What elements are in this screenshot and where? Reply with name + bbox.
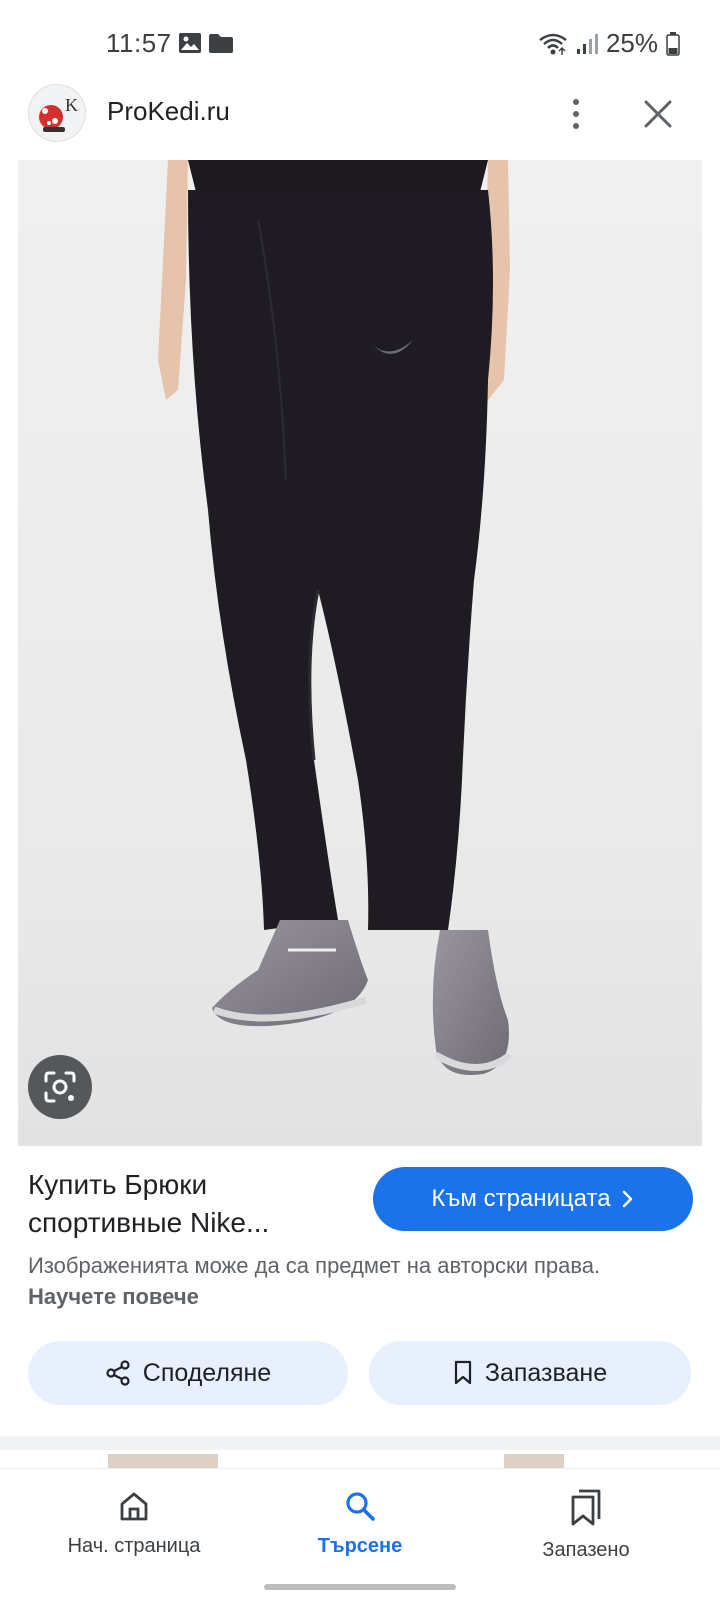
image-preview-area [0, 160, 720, 1146]
more-dot [573, 111, 579, 117]
status-right: 25% [538, 28, 680, 59]
bookmarks-icon [571, 1489, 601, 1526]
close-icon[interactable] [636, 92, 680, 136]
logo-letter: K [65, 95, 78, 115]
nav-label-search: Търсене [317, 1535, 403, 1557]
result-info-panel: Купить Брюки спортивные Nike... Към стра… [0, 1146, 720, 1436]
result-title[interactable]: Купить Брюки спортивные Nike... [28, 1166, 358, 1242]
battery-percent: 25% [605, 28, 658, 58]
home-icon [120, 1492, 148, 1521]
share-icon [106, 1360, 130, 1386]
chevron-right-icon [622, 1190, 632, 1208]
related-thumb[interactable] [504, 1454, 564, 1468]
site-name[interactable]: ProKedi.ru [107, 96, 230, 127]
save-label: Запазване [484, 1358, 608, 1387]
search-icon [346, 1492, 375, 1521]
related-thumb[interactable] [108, 1454, 218, 1468]
nav-label-home: Нач. страница [67, 1535, 201, 1557]
section-divider [0, 1436, 720, 1450]
prokedi-logo-icon: K [39, 95, 78, 132]
share-button[interactable]: Споделяне [28, 1341, 348, 1405]
wifi-icon [539, 33, 567, 55]
share-label: Споделяне [142, 1358, 272, 1387]
google-lens-button[interactable] [28, 1055, 92, 1119]
battery-icon [666, 31, 680, 56]
more-dot [573, 123, 579, 129]
product-image [18, 160, 702, 1146]
bookmark-icon [454, 1360, 471, 1385]
image-icon [179, 33, 201, 53]
product-photo[interactable] [18, 160, 702, 1146]
site-logo[interactable]: K [28, 84, 86, 142]
status-bar: 11:57 25% [0, 0, 720, 80]
bottom-navigation: Нач. страница Търсене Запазено [0, 1468, 720, 1600]
nav-item-saved[interactable]: Запазено [486, 1489, 686, 1562]
copyright-text: Изображенията може да са предмет на авто… [28, 1253, 601, 1278]
signal-icon [576, 33, 598, 54]
nav-item-home[interactable]: Нач. страница [34, 1489, 234, 1558]
save-button[interactable]: Запазване [369, 1341, 691, 1405]
visit-page-button[interactable]: Към страницата [373, 1167, 693, 1231]
site-header: K ProKedi.ru [0, 80, 720, 160]
more-vert-icon [573, 99, 579, 105]
copyright-notice: Изображенията може да са предмет на авто… [28, 1250, 668, 1312]
folder-icon [209, 34, 233, 53]
nav-item-search[interactable]: Търсене [260, 1489, 460, 1558]
gesture-bar[interactable] [264, 1584, 456, 1590]
more-options-button[interactable] [556, 92, 596, 136]
related-results-peek [0, 1450, 720, 1468]
visit-page-label: Към страницата [431, 1185, 611, 1212]
nav-label-saved: Запазено [542, 1539, 630, 1561]
learn-more-link[interactable]: Научете повече [28, 1284, 199, 1309]
status-time: 11:57 [106, 28, 172, 58]
lens-icon [44, 1071, 76, 1103]
